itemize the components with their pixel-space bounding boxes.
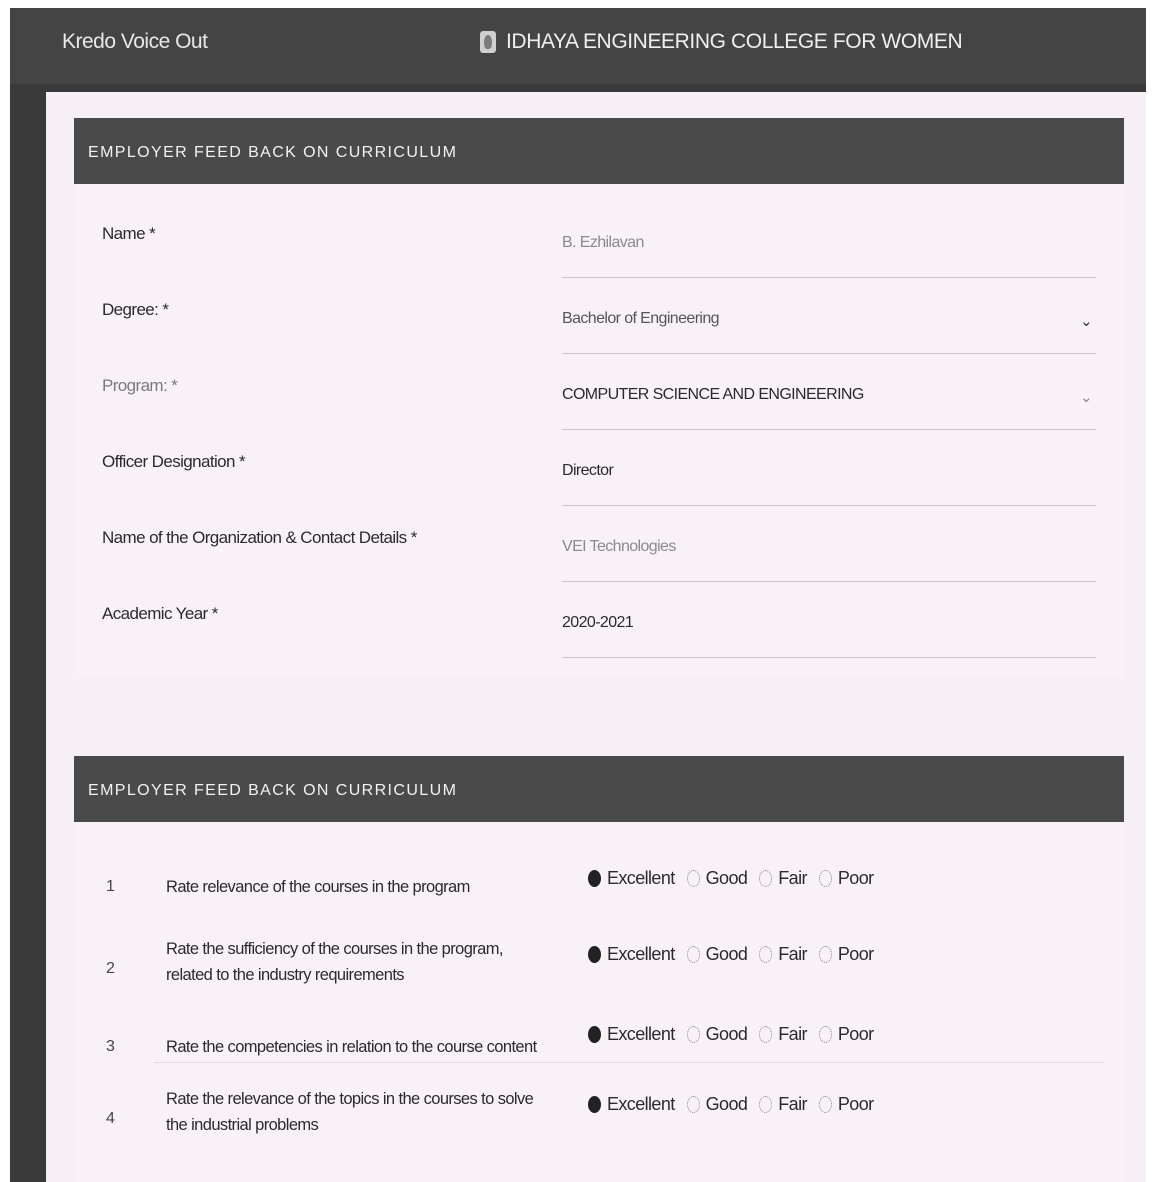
option-fair[interactable]: Fair xyxy=(759,1024,807,1045)
chevron-down-icon[interactable]: ⌄ xyxy=(1080,312,1093,330)
radio-unselected-icon[interactable] xyxy=(686,1096,700,1113)
radio-selected-icon[interactable] xyxy=(588,1096,601,1113)
radio-unselected-icon[interactable] xyxy=(759,870,773,887)
option-poor[interactable]: Poor xyxy=(818,868,874,889)
organization-field-row: Name of the Organization & Contact Detai… xyxy=(74,514,1124,590)
question-row: 4 Rate the relevance of the topics in th… xyxy=(74,1072,1124,1148)
option-poor[interactable]: Poor xyxy=(818,1094,874,1115)
option-good[interactable]: Good xyxy=(686,868,748,889)
section-title: EMPLOYER FEED BACK ON CURRICULUM xyxy=(74,756,1124,822)
top-navbar: Kredo Voice Out IDHAYA ENGINEERING COLLE… xyxy=(10,8,1146,84)
chevron-down-icon[interactable]: ⌄ xyxy=(1080,388,1093,406)
radio-unselected-icon[interactable] xyxy=(686,946,700,963)
option-poor[interactable]: Poor xyxy=(818,944,874,965)
rating-options: Excellent Good Fair Poor xyxy=(588,1094,880,1115)
radio-unselected-icon[interactable] xyxy=(818,1096,832,1113)
question-row: 1 Rate relevance of the courses in the p… xyxy=(74,848,1124,908)
question-number: 1 xyxy=(106,878,115,895)
option-poor[interactable]: Poor xyxy=(818,1024,874,1045)
designation-field-row: Officer Designation * Director xyxy=(74,438,1124,514)
question-text: Rate relevance of the courses in the pro… xyxy=(166,878,470,896)
college-name: IDHAYA ENGINEERING COLLEGE FOR WOMEN xyxy=(506,30,963,53)
academic-year-field-row: Academic Year * 2020-2021 xyxy=(74,590,1124,666)
radio-unselected-icon[interactable] xyxy=(759,1026,773,1043)
option-excellent[interactable]: Excellent xyxy=(588,1024,675,1045)
question-number: 4 xyxy=(106,1110,115,1127)
option-excellent[interactable]: Excellent xyxy=(588,1094,675,1115)
option-fair[interactable]: Fair xyxy=(759,944,807,965)
program-field-row: Program: * COMPUTER SCIENCE AND ENGINEER… xyxy=(74,362,1124,438)
organization-input[interactable]: VEI Technologies xyxy=(562,538,1096,582)
degree-label: Degree: * xyxy=(102,300,169,319)
radio-unselected-icon[interactable] xyxy=(818,1026,832,1043)
organization-label: Name of the Organization & Contact Detai… xyxy=(102,528,417,547)
radio-unselected-icon[interactable] xyxy=(759,946,773,963)
option-good[interactable]: Good xyxy=(686,944,748,965)
employer-details-card: EMPLOYER FEED BACK ON CURRICULUM Name * … xyxy=(74,118,1124,678)
designation-label: Officer Designation * xyxy=(102,452,246,471)
radio-selected-icon[interactable] xyxy=(588,1026,601,1043)
rating-options: Excellent Good Fair Poor xyxy=(588,1024,880,1045)
program-select[interactable]: COMPUTER SCIENCE AND ENGINEERING ⌄ xyxy=(562,386,1096,430)
degree-select[interactable]: Bachelor of Engineering ⌄ xyxy=(562,310,1096,354)
radio-selected-icon[interactable] xyxy=(588,946,601,963)
row-divider xyxy=(154,1062,1104,1063)
option-good[interactable]: Good xyxy=(686,1094,748,1115)
question-text: Rate the competencies in relation to the… xyxy=(166,1038,537,1056)
question-text: Rate the relevance of the topics in the … xyxy=(166,1090,534,1134)
option-excellent[interactable]: Excellent xyxy=(588,944,675,965)
option-excellent[interactable]: Excellent xyxy=(588,868,675,889)
option-fair[interactable]: Fair xyxy=(759,1094,807,1115)
option-good[interactable]: Good xyxy=(686,1024,748,1045)
radio-unselected-icon[interactable] xyxy=(686,870,700,887)
option-fair[interactable]: Fair xyxy=(759,868,807,889)
radio-unselected-icon[interactable] xyxy=(686,1026,700,1043)
rating-options: Excellent Good Fair Poor xyxy=(588,868,880,889)
question-text: Rate the sufficiency of the courses in t… xyxy=(166,940,503,984)
rating-options: Excellent Good Fair Poor xyxy=(588,944,880,965)
curriculum-feedback-card: EMPLOYER FEED BACK ON CURRICULUM 1 Rate … xyxy=(74,756,1124,1182)
name-field-row: Name * B. Ezhilavan xyxy=(74,210,1124,286)
radio-unselected-icon[interactable] xyxy=(759,1096,773,1113)
name-label: Name * xyxy=(102,224,156,243)
section-title: EMPLOYER FEED BACK ON CURRICULUM xyxy=(74,118,1124,184)
page-frame: Kredo Voice Out IDHAYA ENGINEERING COLLE… xyxy=(10,8,1146,1182)
question-row: 2 Rate the sufficiency of the courses in… xyxy=(74,922,1124,992)
designation-input[interactable]: Director xyxy=(562,462,1096,506)
app-name[interactable]: Kredo Voice Out xyxy=(62,30,208,54)
academic-year-input[interactable]: 2020-2021 xyxy=(562,614,1096,658)
main-content: EMPLOYER FEED BACK ON CURRICULUM Name * … xyxy=(46,92,1146,1182)
academic-year-label: Academic Year * xyxy=(102,604,218,623)
question-row: 3 Rate the competencies in relation to t… xyxy=(74,1004,1124,1064)
radio-selected-icon[interactable] xyxy=(588,870,601,887)
college-title: IDHAYA ENGINEERING COLLEGE FOR WOMEN xyxy=(480,30,963,54)
college-logo-icon xyxy=(480,31,496,53)
question-number: 3 xyxy=(106,1038,115,1055)
radio-unselected-icon[interactable] xyxy=(818,946,832,963)
name-input[interactable]: B. Ezhilavan xyxy=(562,234,1096,278)
radio-unselected-icon[interactable] xyxy=(818,870,832,887)
program-label: Program: * xyxy=(102,376,178,395)
question-number: 2 xyxy=(106,960,115,977)
degree-field-row: Degree: * Bachelor of Engineering ⌄ xyxy=(74,286,1124,362)
